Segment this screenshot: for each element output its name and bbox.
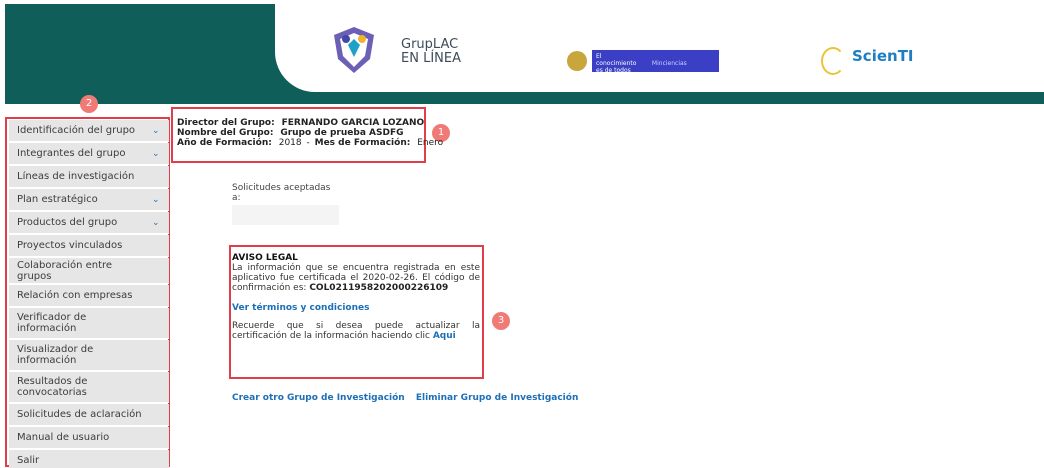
chevron-down-icon[interactable]: ⌄ bbox=[152, 149, 162, 159]
government-banner: El conocimiento es de todos Minciencias bbox=[592, 50, 719, 74]
sidebar-item-label: Colaboración entre grupos bbox=[17, 259, 113, 282]
sidebar-item-label: Salir bbox=[17, 455, 40, 466]
header-banner bbox=[275, 4, 1044, 92]
month-label: Mes de Formación: bbox=[314, 138, 411, 148]
legal-notice: AVISO LEGAL La información que se encuen… bbox=[232, 253, 480, 341]
sidebar-item[interactable]: Visualizador de información bbox=[9, 340, 169, 371]
gov-ministry: Minciencias bbox=[651, 60, 687, 67]
month-value: Enero bbox=[417, 138, 444, 148]
sidebar-item[interactable]: Solicitudes de aclaración bbox=[9, 404, 169, 426]
delete-group-link[interactable]: Eliminar Grupo de Investigación bbox=[416, 393, 579, 403]
sidebar-item[interactable]: Resultados de convocatorias bbox=[9, 372, 169, 403]
sidebar-item[interactable]: Proyectos vinculados bbox=[9, 235, 169, 257]
sidebar-item[interactable]: Identificación del grupo ⌄ bbox=[9, 120, 169, 142]
sidebar-item[interactable]: Salir bbox=[9, 450, 169, 468]
sidebar-item[interactable]: Líneas de investigación bbox=[9, 166, 169, 188]
year-label: Año de Formación: bbox=[177, 138, 272, 148]
sidebar-item-label: Productos del grupo bbox=[17, 217, 118, 228]
gruplac-shield-icon bbox=[334, 27, 374, 73]
group-info: Director del Grupo: FERNANDO GARCIA LOZA… bbox=[177, 118, 443, 148]
gov-tagline: El conocimiento es de todos bbox=[596, 53, 637, 74]
sidebar-item-label: Visualizador de información bbox=[17, 344, 94, 366]
sidebar-annotation-badge: 2 bbox=[80, 95, 98, 113]
app-title-line1: GrupLAC bbox=[401, 37, 459, 52]
create-group-link[interactable]: Crear otro Grupo de Investigación bbox=[232, 393, 405, 403]
legal-notice-title: AVISO LEGAL bbox=[232, 253, 298, 263]
sidebar-item[interactable]: Manual de usuario bbox=[9, 427, 169, 449]
sidebar-item-label: Líneas de investigación bbox=[17, 171, 135, 182]
sidebar-item[interactable]: Colaboración entre grupos bbox=[9, 258, 169, 284]
sidebar-menu: Identificación del grupo ⌄ Integrantes del… bbox=[9, 120, 169, 468]
update-row: Recuerde que si desea puede actualizar l… bbox=[232, 321, 480, 341]
sidebar-item-label: Integrantes del grupo bbox=[17, 148, 126, 159]
sidebar-item-label: Resultados de convocatorias bbox=[17, 376, 88, 398]
chevron-down-icon[interactable]: ⌄ bbox=[152, 126, 162, 136]
colombia-crest-icon bbox=[567, 51, 587, 71]
formation-separator: - bbox=[306, 138, 310, 148]
year-value: 2018 bbox=[278, 138, 302, 148]
app-title-line2: EN LÍNEA bbox=[401, 51, 461, 66]
director-row: Director del Grupo: FERNANDO GARCIA LOZA… bbox=[177, 118, 443, 128]
accepted-requests-label: Solicitudes aceptadas a: bbox=[232, 183, 331, 203]
director-label: Director del Grupo: bbox=[177, 118, 275, 128]
director-value: FERNANDO GARCIA LOZANO bbox=[281, 118, 425, 128]
sidebar-item[interactable]: Plan estratégico ⌄ bbox=[9, 189, 169, 211]
terms-link[interactable]: Ver términos y condiciones bbox=[232, 303, 369, 313]
chevron-down-icon[interactable]: ⌄ bbox=[152, 195, 162, 205]
sidebar-item-label: Relación con empresas bbox=[17, 290, 133, 301]
scienti-title: ScienTI bbox=[852, 47, 914, 65]
sidebar-item-label: Solicitudes de aclaración bbox=[17, 409, 142, 420]
sidebar-item-label: Plan estratégico bbox=[17, 194, 98, 205]
formation-row: Año de Formación: 2018 - Mes de Formació… bbox=[177, 138, 443, 148]
sidebar-item[interactable]: Verificador de información bbox=[9, 308, 169, 339]
sidebar-item[interactable]: Integrantes del grupo ⌄ bbox=[9, 143, 169, 165]
sidebar-item-label: Verificador de información bbox=[17, 312, 87, 334]
group-name-label: Nombre del Grupo: bbox=[177, 128, 274, 138]
sidebar-item-label: Identificación del grupo bbox=[17, 125, 136, 136]
app-title: GrupLAC EN LÍNEA bbox=[401, 38, 461, 66]
scienti-logo-icon bbox=[821, 47, 845, 75]
accepted-requests-box bbox=[232, 205, 339, 225]
accepted-requests: Solicitudes aceptadas a: bbox=[232, 183, 339, 225]
terms-row: Ver términos y condiciones bbox=[232, 303, 480, 313]
sidebar-item-label: Proyectos vinculados bbox=[17, 240, 123, 251]
group-name-value: Grupo de prueba ASDFG bbox=[280, 128, 404, 138]
legal-notice-body: La información que se encuentra registra… bbox=[232, 263, 480, 293]
confirmation-code: COL0211958202000226109 bbox=[309, 283, 449, 293]
update-here-link[interactable]: Aqui bbox=[433, 331, 456, 341]
sidebar-item[interactable]: Productos del grupo ⌄ bbox=[9, 212, 169, 234]
group-name-row: Nombre del Grupo: Grupo de prueba ASDFG bbox=[177, 128, 443, 138]
aviso-annotation-badge: 3 bbox=[492, 312, 510, 330]
sidebar-item-label: Manual de usuario bbox=[17, 432, 110, 443]
sidebar-item[interactable]: Relación con empresas bbox=[9, 285, 169, 307]
group-actions: Crear otro Grupo de Investigación Elimin… bbox=[232, 393, 586, 403]
chevron-down-icon[interactable]: ⌄ bbox=[152, 218, 162, 228]
